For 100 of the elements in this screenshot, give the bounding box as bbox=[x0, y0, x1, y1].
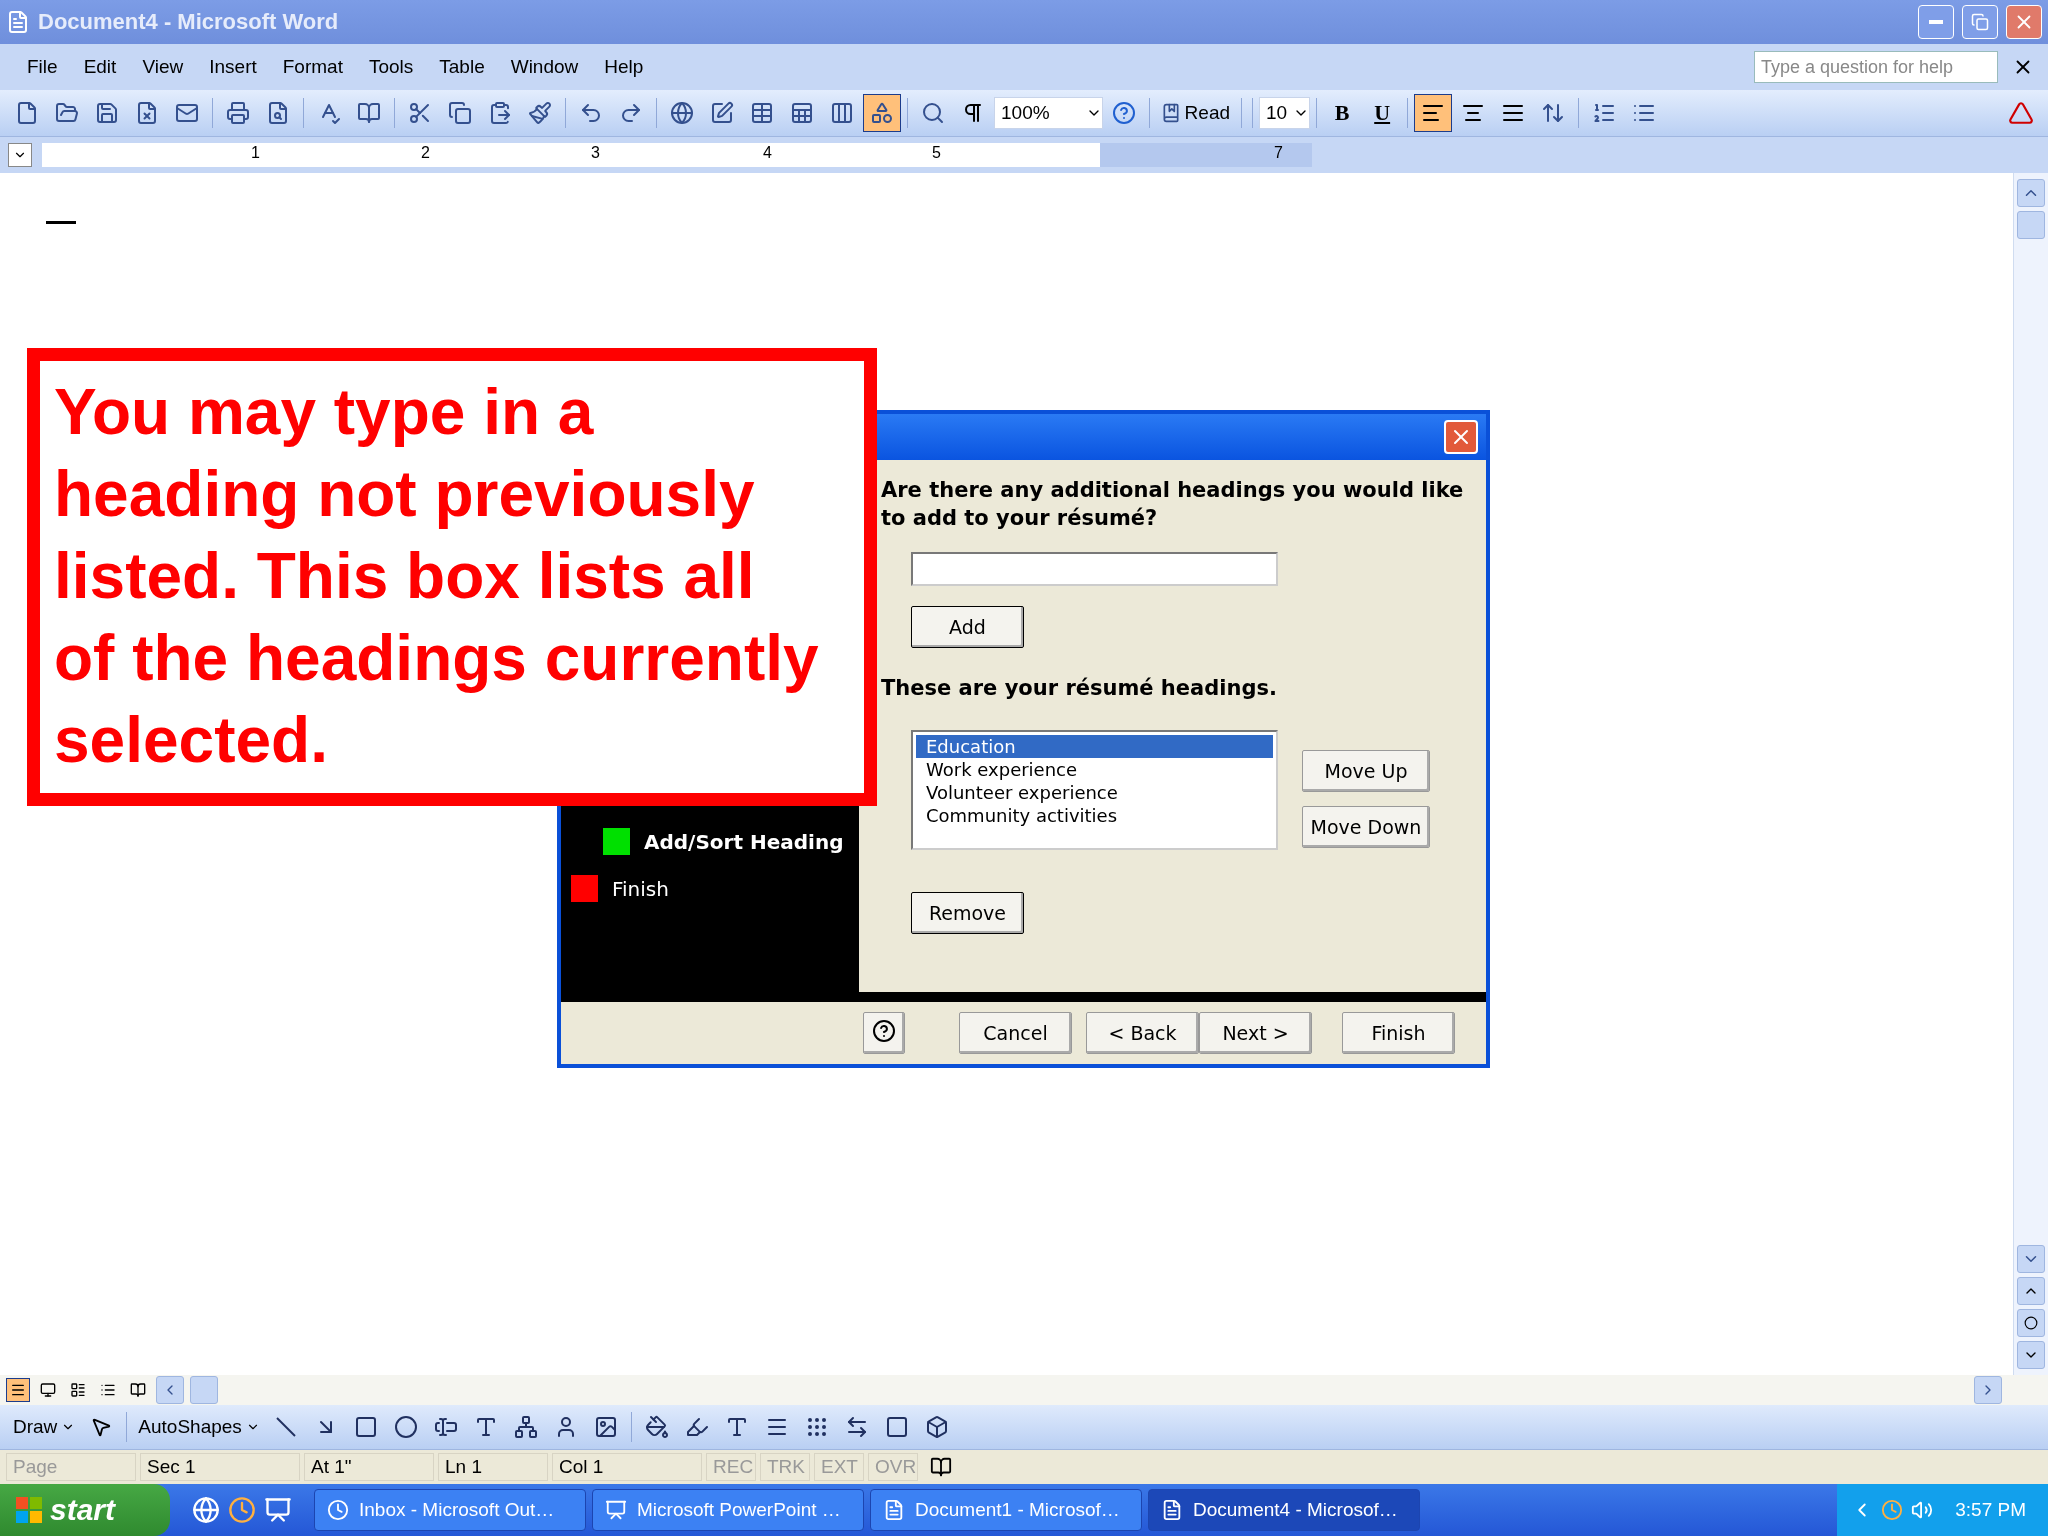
list-item[interactable]: Volunteer experience bbox=[916, 781, 1273, 804]
menu-item[interactable]: View bbox=[129, 52, 197, 82]
status-field: At 1" bbox=[304, 1453, 434, 1481]
zoom-dropdown[interactable]: 100% bbox=[994, 97, 1103, 129]
close-button[interactable] bbox=[2006, 5, 2042, 39]
clock-icon bbox=[228, 1496, 256, 1524]
help-button[interactable] bbox=[863, 1012, 905, 1054]
taskbar-task[interactable]: Inbox - Microsoft Out… bbox=[314, 1489, 586, 1531]
close-button[interactable] bbox=[1444, 420, 1478, 454]
fill-color-icon bbox=[644, 1415, 669, 1439]
footer-button[interactable]: Finish bbox=[1342, 1012, 1455, 1054]
scroll-thumb[interactable] bbox=[2017, 211, 2045, 239]
taskbar-task[interactable]: Document4 - Microsof… bbox=[1148, 1489, 1420, 1531]
minimize-icon bbox=[1929, 20, 1943, 24]
add-button[interactable]: Add bbox=[911, 606, 1024, 648]
read-button[interactable]: Read bbox=[1155, 94, 1236, 132]
oval-icon bbox=[393, 1415, 418, 1439]
restore-icon bbox=[1971, 13, 1989, 31]
view-icon bbox=[100, 1382, 116, 1398]
copy-icon bbox=[448, 101, 472, 125]
align-button[interactable] bbox=[1414, 94, 1453, 132]
question-text: Are there any additional headings you would like to add to your résumé? bbox=[881, 477, 1464, 532]
rectangle-icon bbox=[353, 1415, 378, 1439]
ruler-number: 2 bbox=[421, 144, 430, 162]
new-document-icon bbox=[15, 101, 39, 125]
list-item[interactable]: Community activities bbox=[916, 804, 1273, 827]
diagram-icon bbox=[513, 1415, 538, 1439]
font-size-dropdown[interactable]: 10 bbox=[1259, 97, 1311, 129]
print-preview-icon bbox=[266, 101, 290, 125]
start-button[interactable]: start bbox=[0, 1484, 170, 1536]
clock-time: 3:57 PM bbox=[1955, 1499, 2026, 1521]
autoshapes-menu-button[interactable]: AutoShapes bbox=[133, 1408, 265, 1446]
pointer-icon bbox=[90, 1416, 113, 1438]
menu-item[interactable]: Insert bbox=[196, 52, 270, 82]
hyperlink-icon bbox=[670, 101, 694, 125]
drawing-toggle-button[interactable] bbox=[863, 94, 901, 132]
ruler-number: 7 bbox=[1274, 144, 1283, 162]
draw-menu-button[interactable]: Draw bbox=[8, 1408, 81, 1446]
shapes-icon bbox=[870, 101, 894, 125]
text-box-icon bbox=[433, 1415, 458, 1439]
menu-item[interactable]: Edit bbox=[70, 52, 130, 82]
app-icon bbox=[605, 1499, 627, 1521]
taskbar-task[interactable]: Document1 - Microsof… bbox=[870, 1489, 1142, 1531]
move-button[interactable]: Move Up bbox=[1302, 750, 1430, 792]
status-field: REC bbox=[706, 1453, 756, 1481]
circle-icon bbox=[2024, 1316, 2038, 1330]
callout-text: You may type in a heading not previously listed. This box lists all of the headings currently selected. bbox=[54, 375, 820, 778]
paste-icon bbox=[488, 101, 512, 125]
numbering-icon bbox=[1592, 101, 1617, 125]
remove-button[interactable]: Remove bbox=[911, 892, 1024, 934]
status-field: Page bbox=[6, 1453, 136, 1481]
line-spacing-icon bbox=[1541, 101, 1566, 125]
scroll-up-button[interactable] bbox=[2017, 179, 2045, 207]
step-label[interactable]: Add/Sort Heading bbox=[644, 829, 844, 854]
redo-icon bbox=[619, 101, 643, 125]
view-button[interactable] bbox=[6, 1378, 30, 1402]
headings-label: These are your résumé headings. bbox=[881, 676, 1278, 700]
move-button[interactable]: Move Down bbox=[1302, 806, 1430, 848]
bold-button[interactable]: B bbox=[1323, 94, 1362, 132]
app-icon bbox=[883, 1499, 905, 1521]
list-item[interactable]: Education bbox=[916, 735, 1273, 758]
tab-selector[interactable] bbox=[8, 143, 32, 167]
word-app-icon bbox=[6, 10, 30, 34]
ruler-number: 1 bbox=[251, 144, 260, 162]
footer-button[interactable]: Cancel bbox=[959, 1012, 1072, 1054]
footer-button[interactable]: < Back bbox=[1086, 1012, 1199, 1054]
ruler-number: 4 bbox=[763, 144, 772, 162]
menu-item[interactable]: Window bbox=[497, 52, 592, 82]
menu-item[interactable]: Help bbox=[591, 52, 657, 82]
help-icon bbox=[1111, 101, 1136, 125]
view-icon bbox=[40, 1382, 56, 1398]
print-icon bbox=[226, 101, 250, 125]
menu-item[interactable]: Format bbox=[269, 52, 356, 82]
heading-input-field[interactable] bbox=[911, 552, 1278, 586]
save-icon bbox=[95, 101, 119, 125]
menu-item[interactable]: File bbox=[14, 52, 71, 82]
list-item[interactable]: Work experience bbox=[916, 758, 1273, 781]
status-field: Col 1 bbox=[552, 1453, 702, 1481]
scroll-thumb[interactable] bbox=[190, 1376, 218, 1404]
taskbar-task[interactable]: Microsoft PowerPoint … bbox=[592, 1489, 864, 1531]
step-label[interactable]: Finish bbox=[612, 876, 669, 901]
image-icon bbox=[593, 1415, 618, 1439]
browse-object-button[interactable] bbox=[2017, 1309, 2045, 1337]
status-field: OVR bbox=[868, 1453, 918, 1481]
open-folder-icon bbox=[55, 101, 79, 125]
menu-item[interactable]: Table bbox=[426, 52, 498, 82]
restore-button[interactable] bbox=[1962, 5, 1998, 39]
minimize-button[interactable] bbox=[1918, 5, 1954, 39]
status-field: Ln 1 bbox=[438, 1453, 548, 1481]
scroll-down-button[interactable] bbox=[2017, 1245, 2045, 1273]
footer-button[interactable]: Next > bbox=[1199, 1012, 1312, 1054]
help-search-field[interactable]: Type a question for help bbox=[1754, 51, 1998, 83]
help-icon bbox=[872, 1019, 896, 1043]
ruler-number: 5 bbox=[932, 144, 941, 162]
window-title: Document4 - Microsoft Word bbox=[38, 9, 340, 35]
spreadsheet-icon bbox=[790, 101, 814, 125]
underline-button[interactable]: U bbox=[1363, 94, 1402, 132]
format-painter-icon bbox=[528, 101, 552, 125]
menu-item[interactable]: Tools bbox=[355, 52, 427, 82]
text-cursor bbox=[46, 221, 76, 224]
